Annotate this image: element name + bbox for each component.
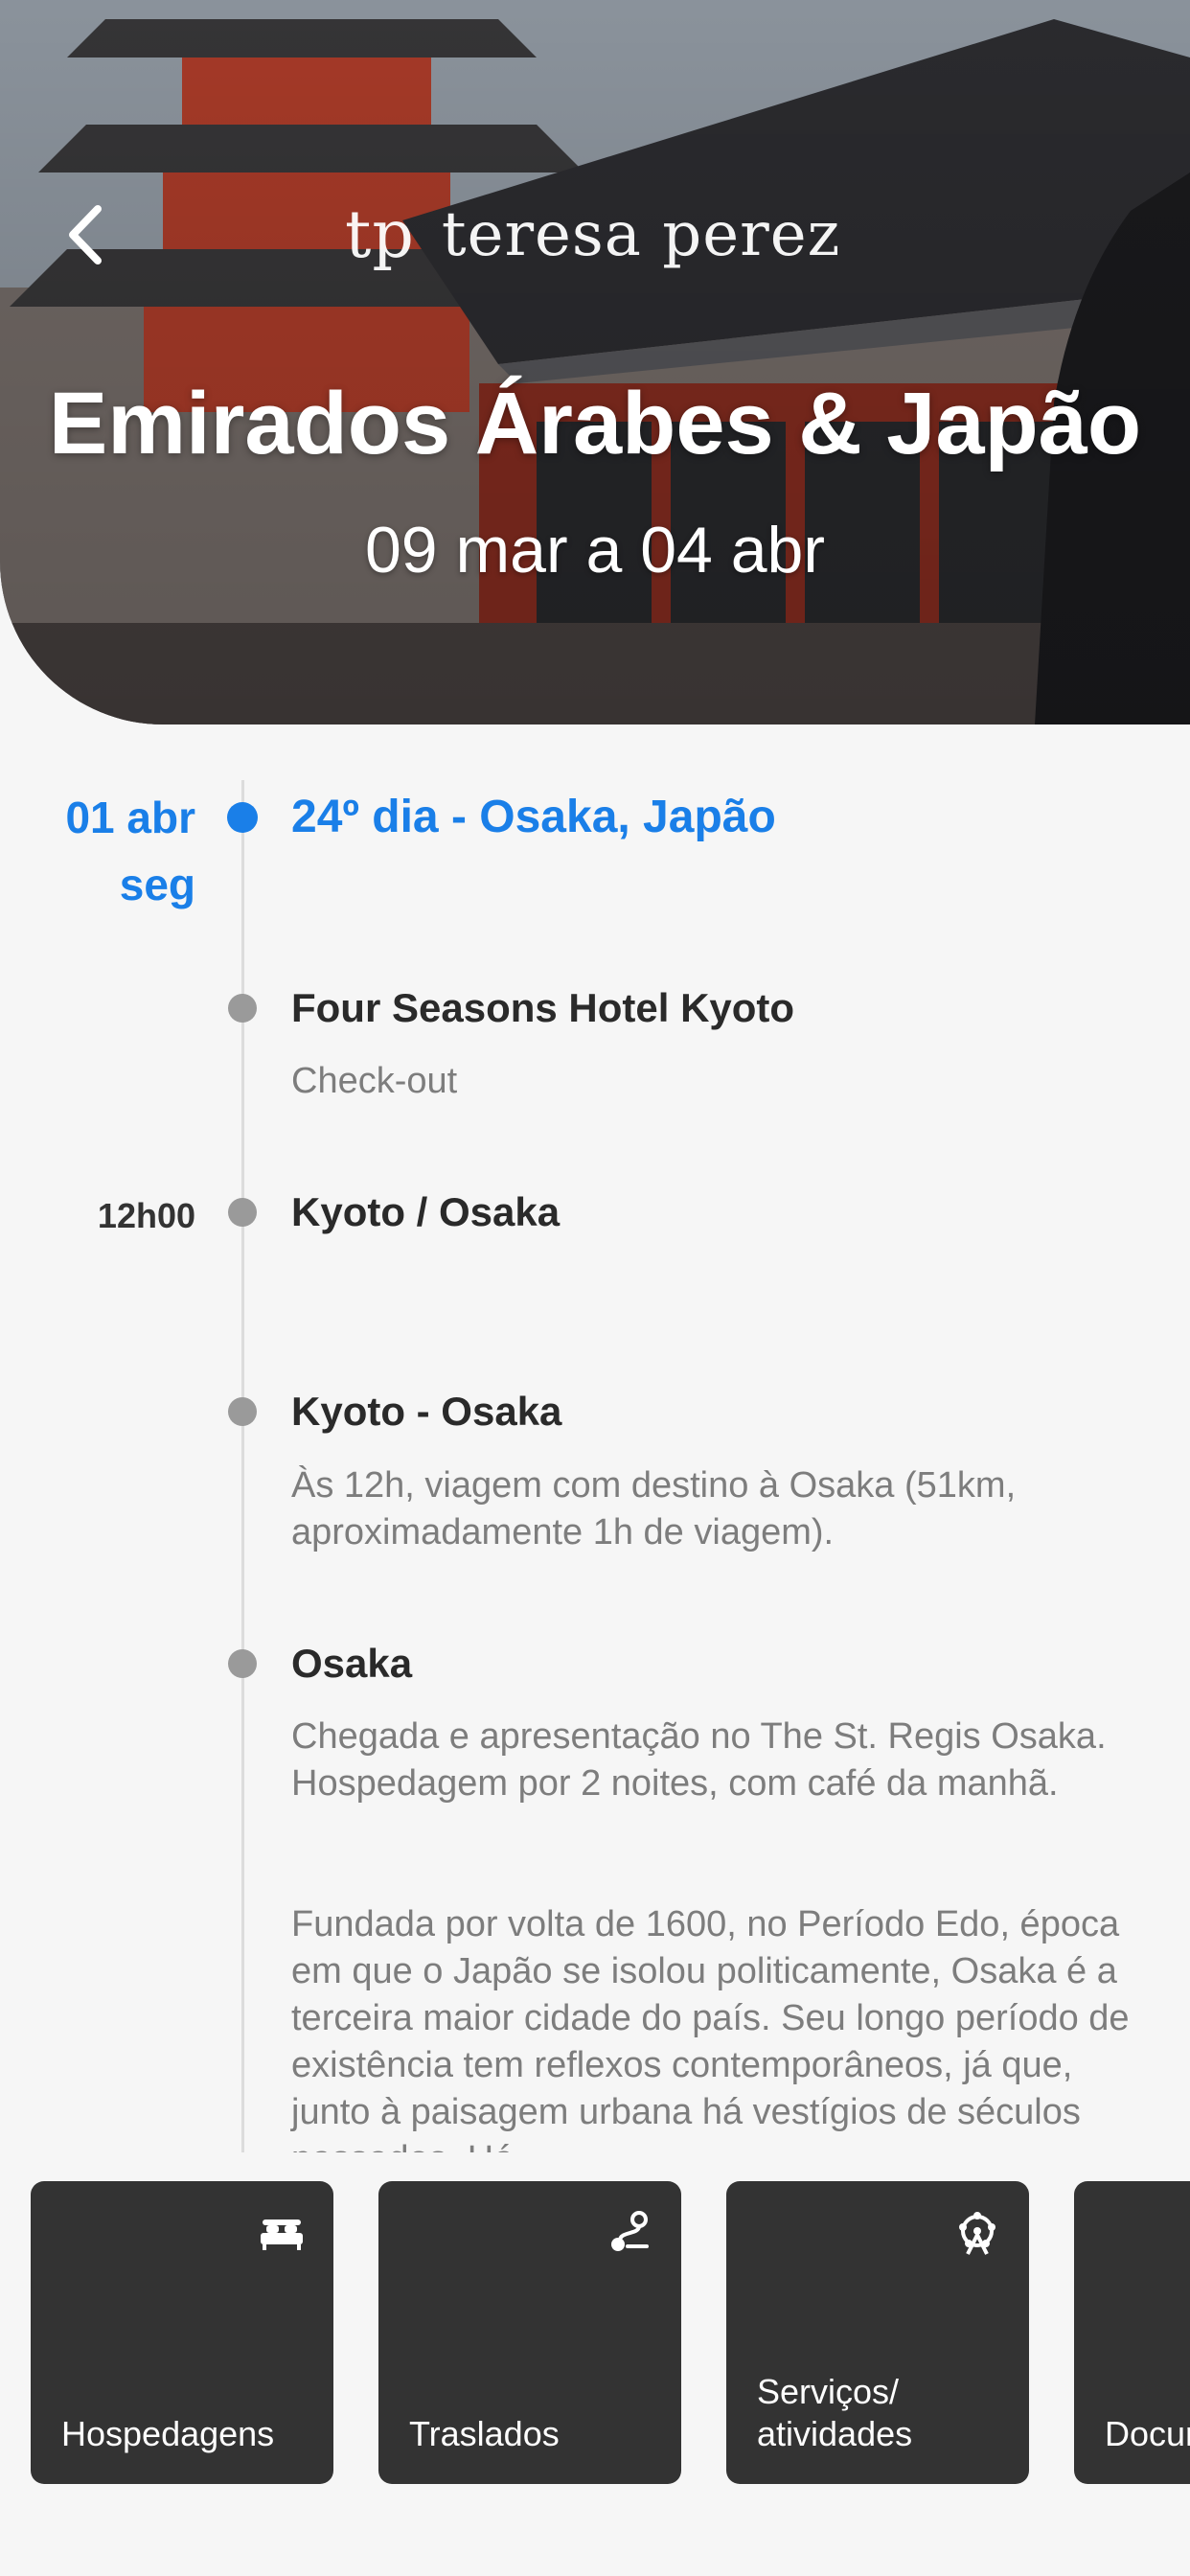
day-date-day: 01 abr [65, 793, 195, 842]
event-description-continued: Fundada por volta de 1600, no Período Ed… [291, 1904, 1130, 2152]
card-label: Documentos [1105, 2414, 1190, 2453]
bed-icon [261, 2220, 303, 2250]
event-title: Osaka [291, 1641, 413, 1686]
hero-overlay [0, 0, 1190, 724]
day-date: 01 abr seg [65, 784, 195, 918]
category-cards: Hospedagens Traslados Serviços/ atividad… [0, 2181, 1190, 2484]
route-icon [611, 2211, 649, 2251]
brand-mark: tp [345, 196, 415, 273]
hero-banner: tp teresa perez Emirados Árabes & Japão … [0, 0, 1190, 724]
trip-dates: 09 mar a 04 abr [364, 514, 826, 586]
event-title: Four Seasons Hotel Kyoto [291, 985, 795, 1030]
timeline-line [241, 780, 244, 2152]
event-dot [228, 1198, 257, 1227]
card-hospedagens[interactable]: Hospedagens [31, 2181, 333, 2484]
card-label: Traslados [409, 2414, 560, 2453]
brand-name: teresa perez [441, 199, 841, 270]
back-button[interactable] [56, 196, 113, 273]
event-title: Kyoto - Osaka [291, 1389, 562, 1434]
itinerary-timeline: 01 abr seg 24º dia - Osaka, Japão Four S… [0, 724, 1190, 2152]
event-description: Check-out [291, 1061, 458, 1101]
day-title: 24º dia - Osaka, Japão [291, 792, 776, 842]
chevron-left-icon [69, 205, 102, 264]
card-documentos[interactable]: Documentos [1074, 2181, 1190, 2484]
event-description: Às 12h, viagem com destino à Osaka (51km… [291, 1465, 1017, 1552]
event-dot [228, 1649, 257, 1678]
event-title: Kyoto / Osaka [291, 1189, 561, 1234]
ferris-wheel-icon [959, 2212, 995, 2255]
event-dot [228, 994, 257, 1023]
trip-title: Emirados Árabes & Japão [48, 375, 1142, 472]
day-date-weekday: seg [119, 860, 195, 909]
day-marker-dot [227, 802, 258, 833]
event-description: Chegada e apresentação no The St. Regis … [291, 1716, 1107, 1804]
event-time: 12h00 [97, 1196, 195, 1235]
brand-logo: tp teresa perez [345, 192, 862, 278]
card-label: Hospedagens [61, 2414, 275, 2453]
card-label: Serviços/ atividades [757, 2372, 913, 2453]
card-servicos-atividades[interactable]: Serviços/ atividades [726, 2181, 1029, 2484]
card-traslados[interactable]: Traslados [378, 2181, 681, 2484]
event-dot [228, 1397, 257, 1426]
